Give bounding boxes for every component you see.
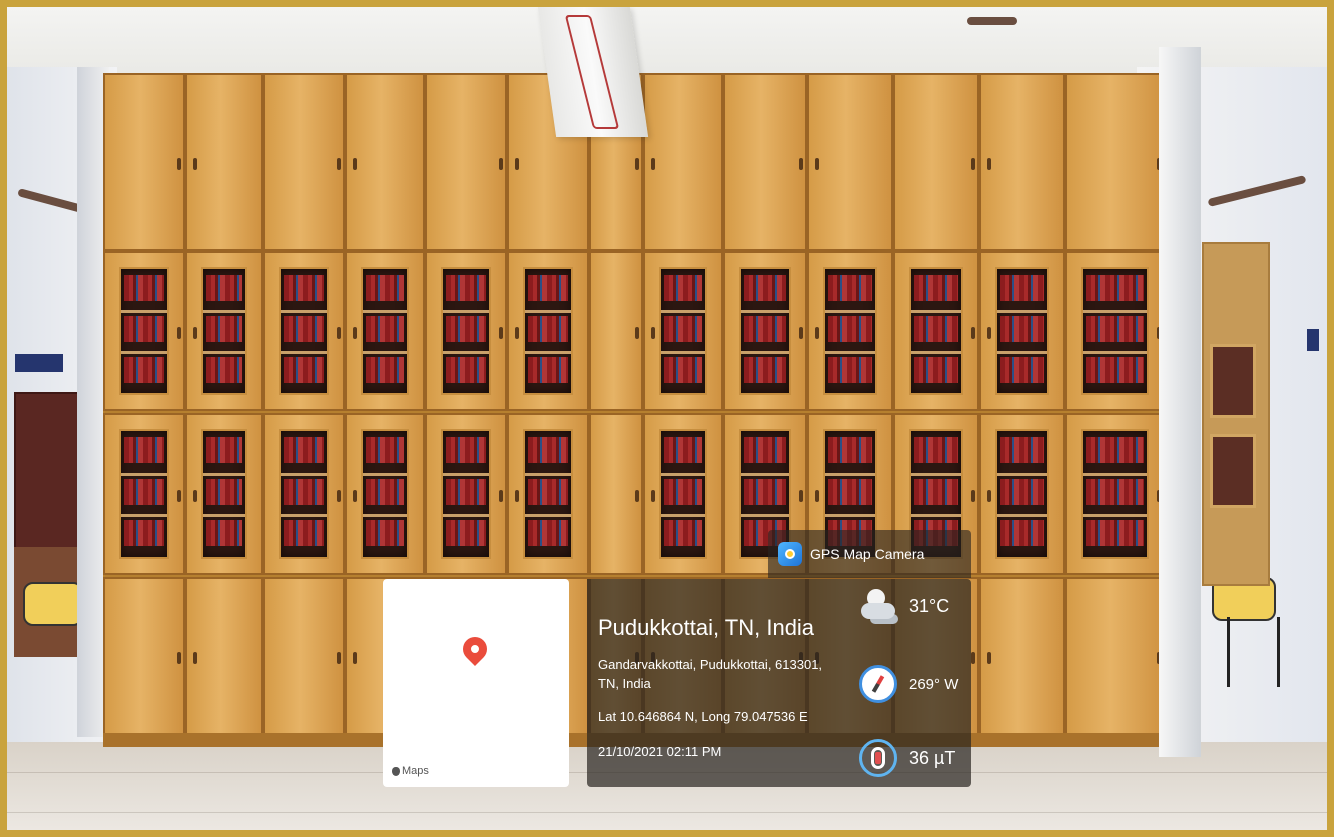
weather-icon [859,587,897,625]
app-icon [778,542,802,566]
glass-cabinet-door [103,413,185,575]
cabinet-door [263,73,345,251]
map-pin-icon [458,632,492,666]
glass-cabinet-door [807,251,893,411]
glass-cabinet-door [979,413,1065,575]
wall-sign [1307,329,1319,351]
cabinet-door [723,73,807,251]
glass-cabinet-door [185,251,263,411]
glass-cabinet-door [263,251,345,411]
cabinet-door [893,73,979,251]
magnetic-metric: 36 µT [859,739,955,777]
glass-cabinet-door [1065,413,1165,575]
maps-attribution: Maps [392,765,429,777]
temperature-metric: 31°C [859,587,949,625]
heading-value: 269° W [909,675,959,693]
glass-cabinet-door [507,251,589,411]
datetime-text: 21/10/2021 02:11 PM [598,744,722,759]
glass-cabinet-door [589,251,643,411]
glass-cabinet-door [345,413,425,575]
glass-cabinet-door [589,413,643,575]
location-title: Pudukkottai, TN, India [598,615,815,640]
apple-icon [392,766,400,776]
glass-cabinet-door [507,413,589,575]
maps-label: Maps [402,765,429,777]
glass-cabinet-door [425,413,507,575]
glass-cabinet-door [723,251,807,411]
cabinet-door [807,73,893,251]
cabinet-door [1065,577,1165,735]
glass-cabinet-door [979,251,1065,411]
temperature-value: 31°C [909,595,950,616]
cabinet-door [345,73,425,251]
cabinet-door [1065,73,1165,251]
magnetic-value: 36 µT [909,747,956,768]
app-name: GPS Map Camera [810,546,925,562]
cabinet-door [185,577,263,735]
adjacent-shelves [1202,242,1270,586]
glass-cabinet-door [643,251,723,411]
glass-cabinet-door [893,251,979,411]
map-thumbnail[interactable]: Maps [383,579,569,787]
glass-cabinet-door [1065,251,1165,411]
photo-frame: GPS Map Camera Maps Pudukkottai, TN, Ind… [0,0,1334,837]
chair [23,582,83,626]
door [14,392,82,556]
compass-icon [859,665,897,703]
cabinet-door [979,73,1065,251]
glass-cabinet-door [185,413,263,575]
location-info-card: Pudukkottai, TN, India Gandarvakkottai, … [587,579,971,787]
cabinet-door [425,73,507,251]
cabinet-door [643,73,723,251]
glass-cabinet-door [103,251,185,411]
cabinet-door [263,577,345,735]
cabinet-door [979,577,1065,735]
ceiling-fan-icon [967,17,1017,25]
glass-cabinet-door [263,413,345,575]
glass-cabinet-door [643,413,723,575]
glass-cabinet-door [345,251,425,411]
pillar [1159,47,1201,757]
wall-sign [15,354,63,372]
cabinet-door [103,73,185,251]
glass-cabinet-door [425,251,507,411]
heading-metric: 269° W [859,665,958,703]
coordinates-text: Lat 10.646864 N, Long 79.047536 E [598,709,808,724]
cabinet-door [185,73,263,251]
address-text: Gandarvakkottai, Pudukkottai, 613301, TN… [598,657,823,691]
gps-app-header: GPS Map Camera [768,530,971,578]
magnet-icon [859,739,897,777]
cabinet-door [103,577,185,735]
